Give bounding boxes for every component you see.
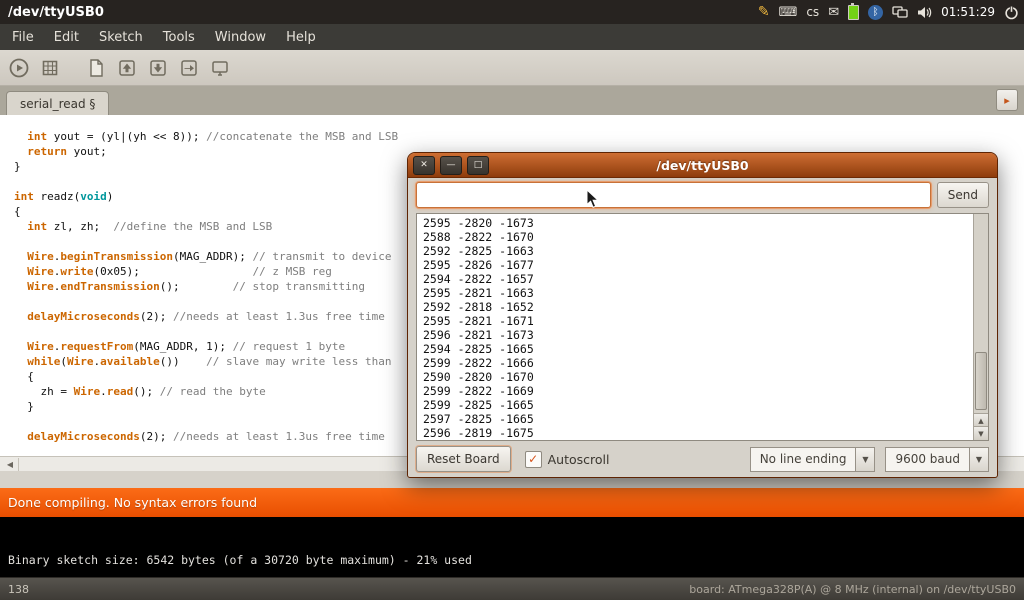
menu-sketch[interactable]: Sketch: [89, 30, 153, 45]
serial-output-line: 2596 -2819 -1675: [423, 426, 970, 440]
power-icon[interactable]: [1004, 5, 1019, 20]
system-tray: ✎ ⌨ cs ✉ ᛒ 01:51:29: [758, 5, 1019, 20]
serial-output-line: 2596 -2821 -1673: [423, 328, 970, 342]
menu-tools[interactable]: Tools: [153, 30, 205, 45]
tab-label: serial_read §: [20, 97, 95, 111]
code-line: int yout = (yl|(yh << 8)); //concatenate…: [14, 129, 1024, 144]
footer-status-strip: 138 board: ATmega328P(A) @ 8 MHz (intern…: [0, 577, 1024, 600]
serial-monitor-title: /dev/ttyUSB0: [656, 158, 748, 173]
serial-output-line: 2595 -2826 -1677: [423, 258, 970, 272]
minimize-button[interactable]: —: [440, 156, 462, 175]
menu-edit[interactable]: Edit: [44, 30, 89, 45]
toolbar: [0, 50, 1024, 86]
battery-icon[interactable]: [848, 5, 859, 20]
reset-board-button[interactable]: Reset Board: [416, 446, 511, 472]
upload-button[interactable]: [176, 55, 202, 81]
note-edit-icon[interactable]: ✎: [758, 5, 770, 19]
new-document-icon: [85, 57, 107, 79]
scroll-down-arrow-icon[interactable]: ▼: [974, 426, 988, 440]
scrollbar-thumb[interactable]: [975, 352, 987, 410]
serial-output-area[interactable]: 2595 -2820 -16732588 -2822 -16702592 -28…: [416, 213, 989, 441]
verify-icon: [8, 57, 30, 79]
serial-output-scrollbar[interactable]: ▲ ▼: [973, 214, 988, 440]
serial-monitor-titlebar[interactable]: ✕ — □ /dev/ttyUSB0: [408, 153, 997, 178]
new-sketch-button[interactable]: [83, 55, 109, 81]
serial-output-line: 2594 -2822 -1657: [423, 272, 970, 286]
serial-monitor-controls: Reset Board ✓ Autoscroll No line ending …: [416, 446, 989, 472]
scroll-up-arrow-icon[interactable]: ▲: [974, 413, 988, 427]
window-buttons: ✕ — □: [413, 156, 489, 175]
network-icon[interactable]: [892, 6, 908, 18]
menu-window[interactable]: Window: [205, 30, 276, 45]
baud-rate-select[interactable]: 9600 baud ▼: [885, 447, 989, 472]
board-info: board: ATmega328P(A) @ 8 MHz (internal) …: [689, 583, 1016, 596]
serial-output-line: 2599 -2822 -1666: [423, 356, 970, 370]
serial-output-line: 2599 -2822 -1669: [423, 384, 970, 398]
mouse-cursor: [586, 189, 600, 209]
top-panel: /dev/ttyUSB0 ✎ ⌨ cs ✉ ᛒ 01:51:29: [0, 0, 1024, 24]
close-button[interactable]: ✕: [413, 156, 435, 175]
tab-menu-arrow-icon: ▸: [1004, 94, 1010, 107]
open-button[interactable]: [114, 55, 140, 81]
keyboard-layout-indicator[interactable]: cs: [806, 5, 819, 19]
serial-output-line: 2595 -2821 -1671: [423, 314, 970, 328]
serial-output-text: 2595 -2820 -16732588 -2822 -16702592 -28…: [423, 216, 970, 440]
save-button[interactable]: [145, 55, 171, 81]
autoscroll-label: Autoscroll: [548, 452, 610, 467]
compile-status-bar: Done compiling. No syntax errors found: [0, 488, 1024, 517]
reset-board-label: Reset Board: [427, 452, 500, 466]
console-output: Binary sketch size: 6542 bytes (of a 307…: [0, 517, 1024, 577]
menu-file[interactable]: File: [2, 30, 44, 45]
close-icon: ✕: [420, 161, 428, 170]
save-down-arrow-icon: [147, 57, 169, 79]
serial-monitor-icon: [209, 57, 231, 79]
serial-input-row: Send: [416, 182, 989, 208]
send-button[interactable]: Send: [937, 182, 989, 208]
bluetooth-icon[interactable]: ᛒ: [868, 5, 883, 20]
chevron-down-icon[interactable]: ▼: [969, 447, 989, 472]
tab-menu-button[interactable]: ▸: [996, 89, 1018, 111]
serial-output-line: 2595 -2820 -1673: [423, 216, 970, 230]
autoscroll-checkbox[interactable]: ✓: [525, 451, 542, 468]
serial-output-line: 2592 -2818 -1652: [423, 300, 970, 314]
minimize-icon: —: [447, 161, 456, 170]
baud-rate-value: 9600 baud: [885, 447, 969, 472]
clock[interactable]: 01:51:29: [941, 5, 995, 19]
serial-monitor-button[interactable]: [207, 55, 233, 81]
chevron-down-icon[interactable]: ▼: [855, 447, 875, 472]
serial-output-line: 2590 -2820 -1670: [423, 370, 970, 384]
compile-status-message: Done compiling. No syntax errors found: [8, 495, 257, 510]
serial-monitor-window: ✕ — □ /dev/ttyUSB0 Send 2595 -2820 -1673…: [407, 152, 998, 478]
verify-button[interactable]: [6, 55, 32, 81]
mail-icon[interactable]: ✉: [828, 6, 839, 19]
caret-line-number: 138: [8, 583, 29, 596]
serial-send-input[interactable]: [416, 182, 931, 208]
serial-output-line: 2599 -2825 -1665: [423, 398, 970, 412]
keyboard-icon[interactable]: ⌨: [779, 6, 798, 19]
serial-output-line: 2594 -2825 -1665: [423, 342, 970, 356]
upload-arrow-icon: [178, 57, 200, 79]
volume-icon[interactable]: [917, 6, 932, 19]
panel-window-title: /dev/ttyUSB0: [8, 5, 104, 20]
scroll-left-arrow-icon[interactable]: ◀: [2, 458, 19, 471]
stop-button[interactable]: [37, 55, 63, 81]
serial-output-line: 2592 -2825 -1663: [423, 244, 970, 258]
menu-help[interactable]: Help: [276, 30, 326, 45]
serial-output-line: 2588 -2822 -1670: [423, 230, 970, 244]
stop-grid-icon: [39, 57, 61, 79]
maximize-button[interactable]: □: [467, 156, 489, 175]
send-button-label: Send: [948, 188, 978, 202]
console-text: Binary sketch size: 6542 bytes (of a 307…: [8, 553, 472, 567]
serial-output-line: 2595 -2821 -1663: [423, 286, 970, 300]
autoscroll-control[interactable]: ✓ Autoscroll: [525, 451, 610, 468]
maximize-icon: □: [474, 161, 483, 170]
menu-bar: File Edit Sketch Tools Window Help: [0, 24, 1024, 50]
tab-bar: serial_read § ▸: [0, 86, 1024, 115]
open-up-arrow-icon: [116, 57, 138, 79]
checkmark-icon: ✓: [528, 453, 538, 465]
tab-serial-read[interactable]: serial_read §: [6, 91, 109, 115]
serial-output-line: 2597 -2825 -1665: [423, 412, 970, 426]
line-ending-select[interactable]: No line ending ▼: [750, 447, 876, 472]
line-ending-value: No line ending: [750, 447, 856, 472]
